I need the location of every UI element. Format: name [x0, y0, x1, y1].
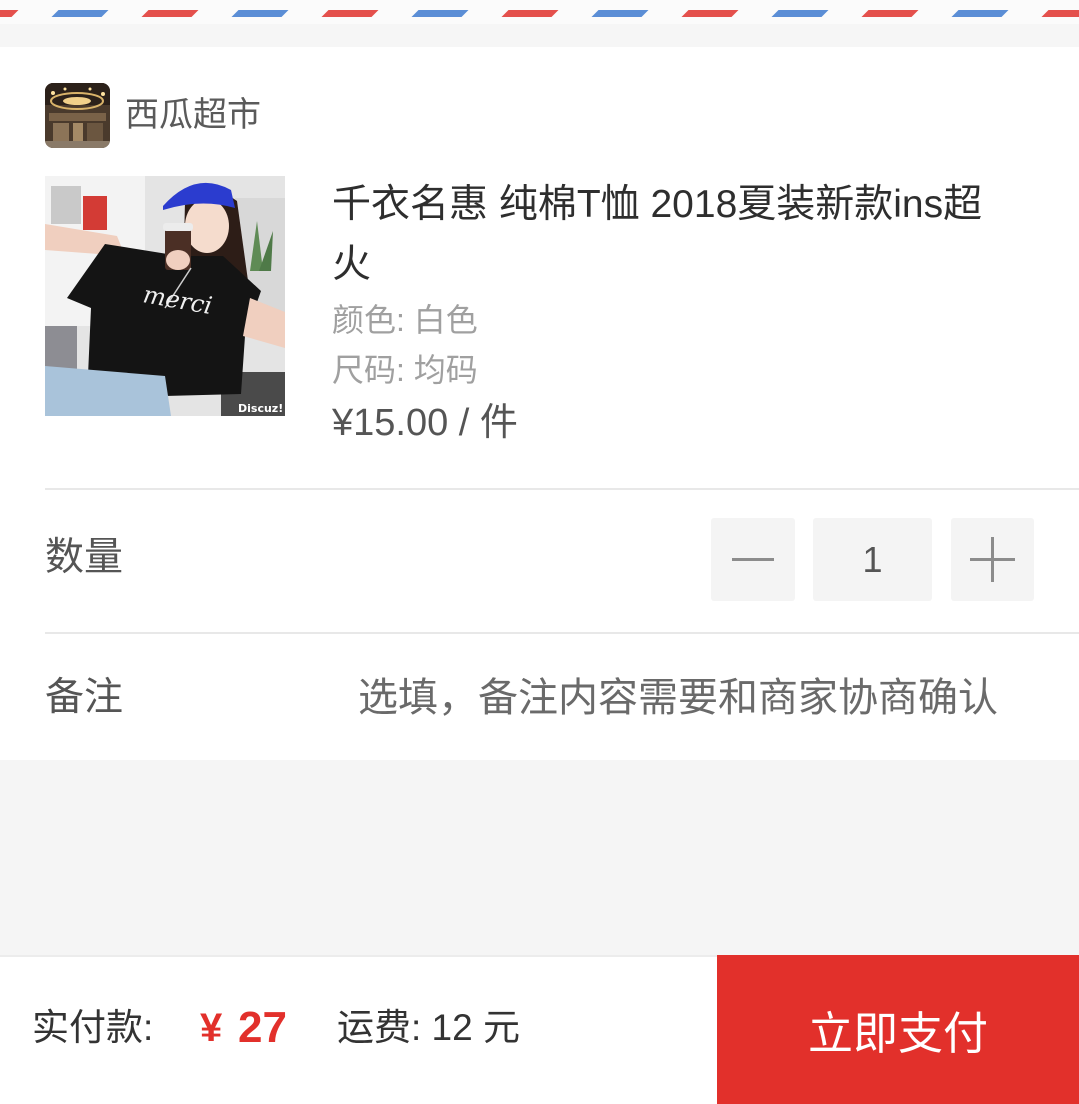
order-card: 西瓜超市 merci Discuz! 千衣名惠 纯棉T恤 2018夏装新款ins… [0, 47, 1079, 760]
product-image: merci Discuz! [45, 176, 285, 416]
shipping-fee: 运费: 12 元 [337, 1007, 520, 1048]
quantity-input[interactable] [813, 518, 932, 601]
shop-name: 西瓜超市 [125, 96, 261, 134]
airmail-border [0, 0, 1079, 24]
quantity-decrement-button[interactable] [711, 518, 795, 601]
product-title: 千衣名惠 纯棉T恤 2018夏装新款ins超火 [332, 183, 983, 286]
product-color: 颜色: 白色 [332, 302, 478, 338]
total-amount: 27 [238, 1003, 287, 1052]
product-photo: merci Discuz! [45, 176, 285, 416]
photo-watermark: Discuz! [238, 402, 283, 415]
airmail-stripes [0, 10, 1079, 17]
total-currency: ¥ [200, 1006, 223, 1050]
total-label: 实付款: [32, 1007, 154, 1048]
store-interior [45, 83, 110, 148]
minus-icon [732, 558, 774, 561]
remark-label: 备注 [45, 676, 124, 719]
divider [45, 632, 1079, 634]
quantity-increment-button[interactable] [951, 518, 1034, 601]
product-size: 尺码: 均码 [332, 352, 478, 388]
top-decoration [0, 0, 1079, 47]
product-price: ¥15.00 / 件 [332, 402, 518, 444]
pay-now-button[interactable]: 立即支付 [717, 955, 1079, 1104]
checkout-bar: 实付款: ¥ 27 运费: 12 元 立即支付 [0, 955, 1079, 1104]
remark-input[interactable] [356, 668, 1034, 728]
plus-icon [970, 537, 1015, 582]
divider [45, 488, 1079, 490]
shop-avatar [45, 83, 110, 148]
shop-avatar-image [45, 83, 110, 148]
quantity-label: 数量 [45, 536, 124, 579]
product-info: 千衣名惠 纯棉T恤 2018夏装新款ins超火 颜色: 白色 尺码: 均码 ¥1… [332, 175, 1004, 451]
